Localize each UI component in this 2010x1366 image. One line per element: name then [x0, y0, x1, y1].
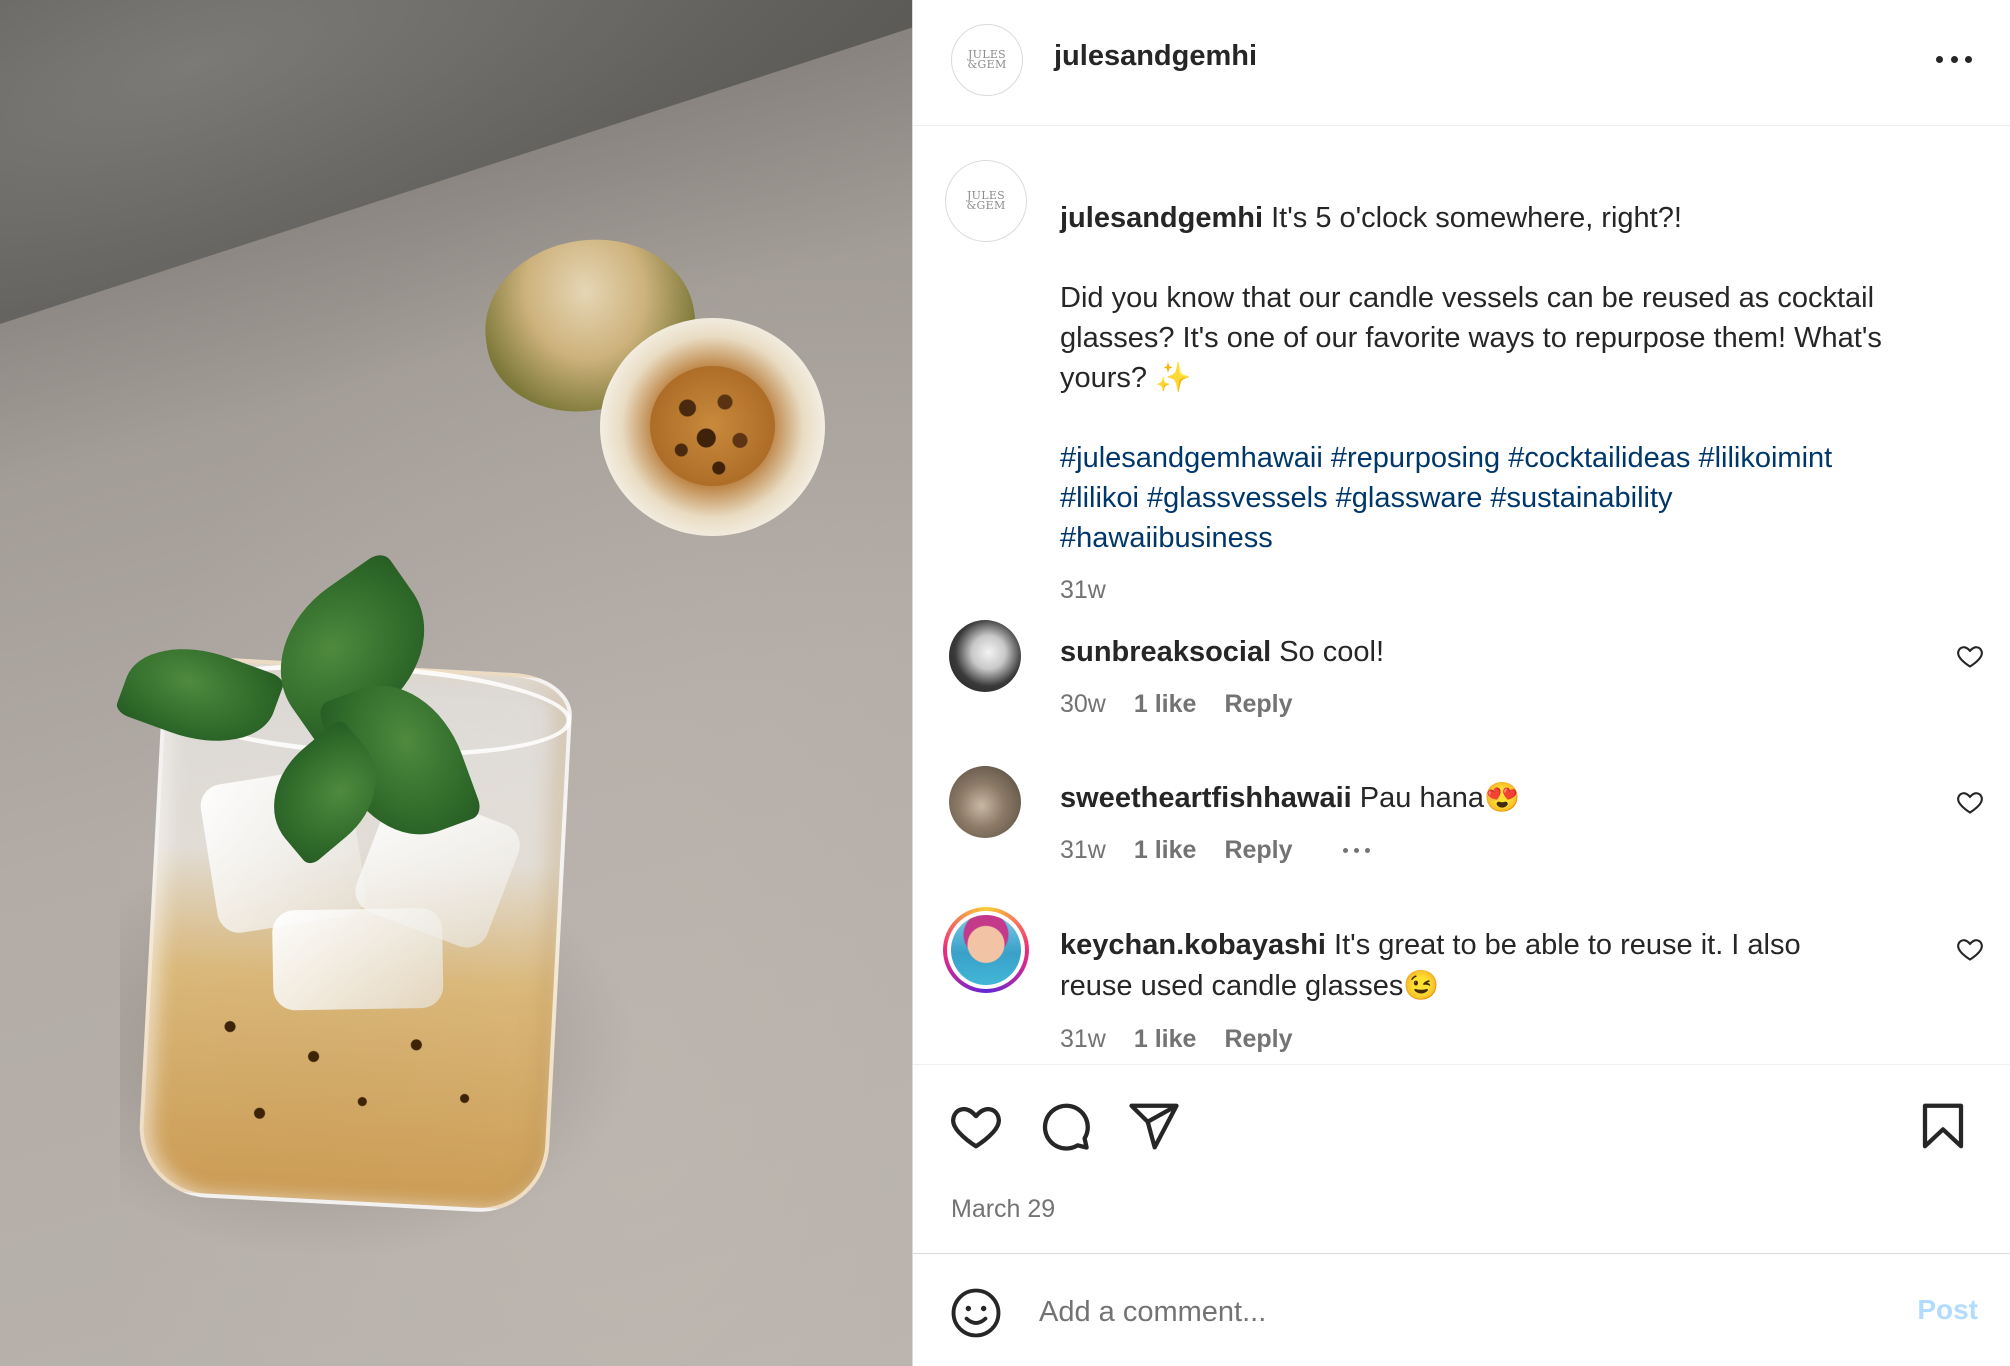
comment-text: So cool! — [1279, 636, 1385, 668]
comment-meta: 31w 1 like Reply — [1060, 836, 1370, 865]
comment-time[interactable]: 31w — [1060, 836, 1106, 865]
hashtag-link[interactable]: #sustainability — [1490, 482, 1672, 514]
comment-input[interactable] — [1039, 1284, 1859, 1340]
caption-hashtags: #julesandgemhawaii #repurposing #cocktai… — [1060, 438, 1960, 558]
hashtag-link[interactable]: #repurposing — [1331, 442, 1500, 474]
bookmark-icon[interactable] — [1916, 1099, 1970, 1153]
more-options-icon[interactable] — [1936, 55, 1972, 63]
hashtag-link[interactable]: #glassware — [1336, 482, 1483, 514]
post-comment-button[interactable]: Post — [1917, 1294, 1978, 1326]
comment-body: sweetheartfishhawaii Pau hana😍 — [1060, 778, 1860, 819]
comment-username[interactable]: sunbreaksocial — [1060, 636, 1271, 668]
emoji-icon[interactable] — [949, 1286, 1003, 1340]
instagram-post: JULES &GEM julesandgemhi JULES &GEM julesa… — [0, 0, 2010, 1366]
comment-username[interactable]: keychan.kobayashi — [1060, 929, 1326, 961]
comment-meta: 31w 1 like Reply — [1060, 1025, 1293, 1054]
post-date[interactable]: March 29 — [951, 1195, 1055, 1224]
comment-text: Pau hana😍 — [1359, 782, 1521, 814]
comments-section[interactable]: JULES &GEM julesandgemhi It's 5 o'clock s… — [913, 126, 2010, 1064]
comment-icon[interactable] — [1038, 1099, 1092, 1153]
hashtag-link[interactable]: #lilikoimint — [1698, 442, 1832, 474]
comment-body: keychan.kobayashi It's great to be able … — [1060, 925, 1860, 1007]
post-side-panel: JULES &GEM julesandgemhi JULES &GEM julesa… — [912, 0, 2010, 1366]
commenter-avatar[interactable] — [949, 620, 1021, 692]
comment-like-icon[interactable] — [1956, 935, 1984, 963]
add-comment-bar: Post — [913, 1253, 2010, 1366]
comment-likes[interactable]: 1 like — [1134, 690, 1197, 719]
brand-logo: JULES &GEM — [966, 189, 1006, 212]
comment-options-icon[interactable] — [1342, 848, 1370, 853]
reply-button[interactable]: Reply — [1224, 836, 1292, 865]
caption-username[interactable]: julesandgemhi — [1060, 202, 1263, 234]
commenter-avatar-story-ring[interactable] — [943, 907, 1029, 993]
hashtag-link[interactable]: #cocktailideas — [1508, 442, 1690, 474]
header-username[interactable]: julesandgemhi — [1054, 40, 1257, 73]
caption-text-para2: Did you know that our candle vessels can… — [1060, 282, 1882, 394]
post-actions-bar: March 29 — [913, 1064, 2010, 1223]
comment-like-icon[interactable] — [1956, 642, 1984, 670]
comment-username[interactable]: sweetheartfishhawaii — [1060, 782, 1352, 814]
hashtag-link[interactable]: #lilikoi — [1060, 482, 1139, 514]
passion-fruit-front-half — [600, 318, 825, 536]
comment-likes[interactable]: 1 like — [1134, 836, 1197, 865]
hashtag-link[interactable]: #glassvessels — [1147, 482, 1328, 514]
commenter-avatar — [951, 915, 1021, 985]
comment-likes[interactable]: 1 like — [1134, 1025, 1197, 1054]
comment-meta: 30w 1 like Reply — [1060, 690, 1293, 719]
reply-button[interactable]: Reply — [1224, 1025, 1292, 1054]
reply-button[interactable]: Reply — [1224, 690, 1292, 719]
comment-time[interactable]: 30w — [1060, 690, 1106, 719]
post-header: JULES &GEM julesandgemhi — [913, 0, 2010, 126]
commenter-avatar[interactable] — [949, 766, 1021, 838]
brand-logo: JULES &GEM — [967, 48, 1007, 71]
header-avatar[interactable]: JULES &GEM — [951, 24, 1023, 96]
comment-like-icon[interactable] — [1956, 788, 1984, 816]
caption-body: julesandgemhi It's 5 o'clock somewhere, … — [1060, 198, 1960, 610]
comment-time[interactable]: 31w — [1060, 1025, 1106, 1054]
post-photo[interactable] — [0, 0, 912, 1366]
heart-icon[interactable] — [949, 1099, 1003, 1153]
share-icon[interactable] — [1127, 1099, 1181, 1153]
comment-body: sunbreaksocial So cool! — [1060, 632, 1860, 673]
caption-time[interactable]: 31w — [1060, 570, 1960, 610]
caption-text-line1: It's 5 o'clock somewhere, right?! — [1271, 202, 1682, 234]
hashtag-link[interactable]: #julesandgemhawaii — [1060, 442, 1323, 474]
caption-avatar[interactable]: JULES &GEM — [945, 160, 1027, 242]
hashtag-link[interactable]: #hawaiibusiness — [1060, 522, 1273, 554]
